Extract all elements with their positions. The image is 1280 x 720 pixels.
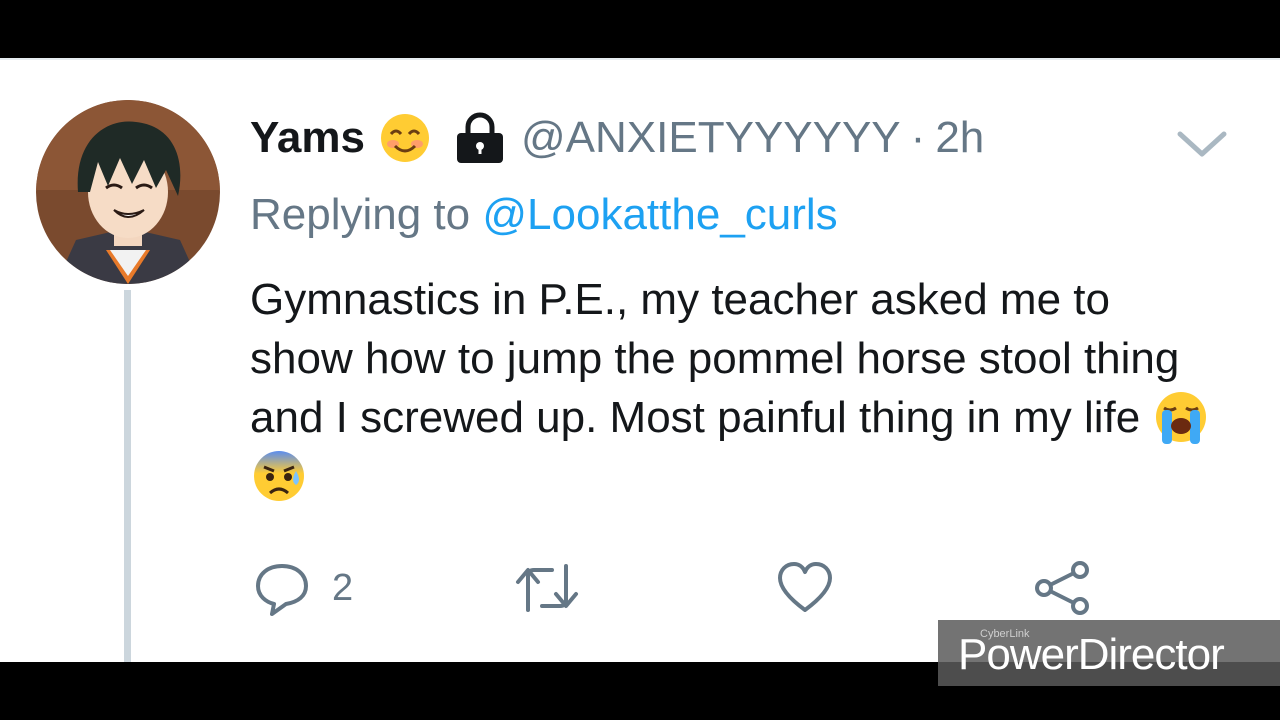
watermark-big-text: PowerDirector <box>958 630 1225 679</box>
retweet-action[interactable] <box>514 560 580 616</box>
letterbox-top <box>0 0 1280 58</box>
lock-icon <box>456 112 503 163</box>
powerdirector-watermark: CyberLink PowerDirector <box>938 620 1280 686</box>
replying-to: Replying to @Lookatthe_curls <box>250 190 838 240</box>
reply-icon[interactable] <box>254 560 310 616</box>
like-action[interactable] <box>776 560 834 616</box>
tweet-text: Gymnastics in P.E., my teacher asked me … <box>250 270 1210 506</box>
share-action[interactable] <box>1034 560 1092 616</box>
tweet-header: Yams @ANXIETYYYYYY · 2h <box>250 108 984 168</box>
reply-action[interactable]: 2 <box>254 560 353 616</box>
avatar-image <box>36 100 220 284</box>
loudly-crying-face-emoji <box>1156 392 1207 444</box>
replying-prefix: Replying to <box>250 190 471 239</box>
user-handle[interactable]: @ANXIETYYYYYY <box>521 113 901 163</box>
smiling-face-emoji <box>380 114 429 162</box>
anxious-face-with-sweat-emoji <box>254 451 304 501</box>
tweet-body: Gymnastics in P.E., my teacher asked me … <box>250 275 1180 442</box>
reply-count: 2 <box>332 566 354 609</box>
heart-icon[interactable] <box>776 560 834 616</box>
timestamp[interactable]: 2h <box>935 113 984 163</box>
share-icon[interactable] <box>1034 560 1092 616</box>
replying-handle-link[interactable]: @Lookatthe_curls <box>482 190 837 239</box>
chevron-down-icon[interactable] <box>1176 126 1228 162</box>
avatar[interactable] <box>36 100 220 284</box>
display-name[interactable]: Yams <box>250 113 365 163</box>
separator-dot: · <box>910 113 926 162</box>
thread-line <box>124 290 131 662</box>
retweet-icon[interactable] <box>514 560 580 616</box>
